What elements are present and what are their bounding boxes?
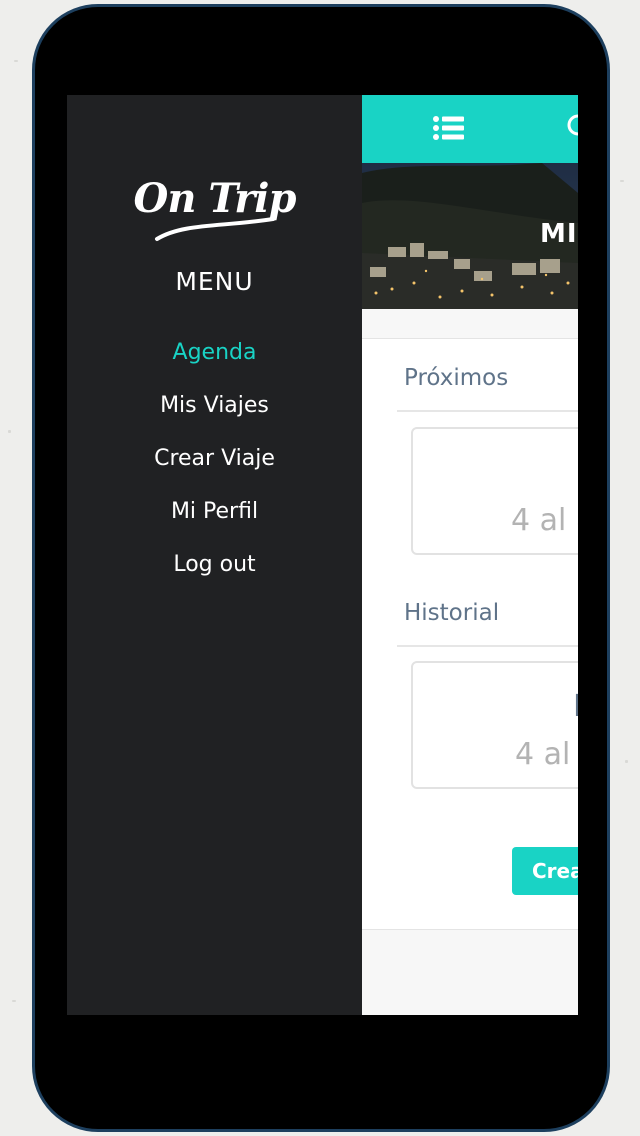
history-trip-card[interactable]: I 4 al 4 xyxy=(411,661,578,789)
menu-item-crear-viaje[interactable]: Crear Viaje xyxy=(67,441,362,494)
trip-dates: 4 al 8 xyxy=(511,503,578,538)
search-icon[interactable] xyxy=(566,113,578,141)
top-bar xyxy=(362,95,578,163)
section-divider xyxy=(397,645,578,647)
trip-title: I xyxy=(573,689,578,724)
section-title-upcoming: Próximos xyxy=(404,365,509,391)
main-content: MI Próximos 4 al 8 Historial I 4 al 4 Cr… xyxy=(362,95,578,1015)
menu-list: Agenda Mis Viajes Crear Viaje Mi Perfil … xyxy=(67,335,362,600)
side-drawer: On Trip MENU Agenda Mis Viajes Crear Via… xyxy=(67,95,362,1015)
create-trip-button[interactable]: Crea xyxy=(512,847,578,895)
menu-item-mi-perfil[interactable]: Mi Perfil xyxy=(67,494,362,547)
upcoming-trip-card[interactable]: 4 al 8 xyxy=(411,427,578,555)
trips-panel: Próximos 4 al 8 Historial I 4 al 4 xyxy=(362,338,578,930)
trip-dates: 4 al 4 xyxy=(515,737,578,772)
logo-swash xyxy=(155,217,275,241)
section-divider xyxy=(397,410,578,412)
menu-item-mis-viajes[interactable]: Mis Viajes xyxy=(67,388,362,441)
menu-item-log-out[interactable]: Log out xyxy=(67,547,362,600)
hero-title: MI xyxy=(540,219,578,249)
list-icon[interactable] xyxy=(433,115,465,141)
app-screen: On Trip MENU Agenda Mis Viajes Crear Via… xyxy=(67,95,578,1015)
menu-title: MENU xyxy=(175,267,254,296)
hero-banner: MI xyxy=(362,163,578,309)
menu-item-agenda[interactable]: Agenda xyxy=(67,335,362,388)
app-logo: On Trip xyxy=(133,175,297,222)
section-title-history: Historial xyxy=(404,600,500,626)
